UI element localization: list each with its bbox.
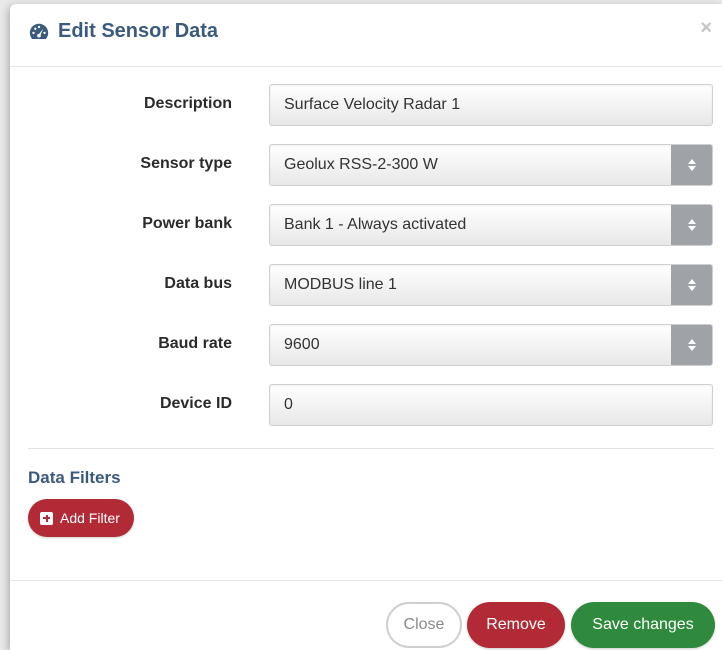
description-label: Description — [143, 95, 232, 112]
device-id-input[interactable]: 0 — [269, 384, 713, 426]
sensor-type-value: Geolux RSS-2-300 W — [284, 156, 438, 173]
data-filters-heading: Data Filters — [28, 468, 121, 487]
baud-rate-value: 9600 — [284, 336, 320, 353]
remove-button[interactable]: Remove — [467, 602, 565, 648]
baud-rate-row: Baud rate 9600 — [10, 324, 722, 366]
dialog-footer: Close Remove Save changes — [10, 580, 722, 650]
data-bus-select[interactable]: MODBUS line 1 — [269, 264, 713, 306]
sensor-type-label: Sensor type — [140, 155, 232, 172]
dialog-title-text: Edit Sensor Data — [58, 20, 219, 42]
updown-arrow-icon[interactable] — [671, 205, 712, 245]
close-button[interactable]: Close — [386, 602, 462, 648]
power-bank-row: Power bank Bank 1 - Always activated — [10, 204, 722, 246]
add-filter-button[interactable]: Add Filter — [28, 499, 134, 537]
data-bus-label: Data bus — [164, 275, 232, 292]
updown-arrow-icon[interactable] — [671, 325, 712, 365]
dashboard-icon — [29, 23, 49, 39]
plus-square-icon — [40, 511, 53, 525]
sensor-type-row: Sensor type Geolux RSS-2-300 W — [10, 144, 722, 186]
device-id-label: Device ID — [159, 395, 232, 412]
description-input[interactable]: Surface Velocity Radar 1 — [269, 84, 713, 126]
sensor-type-select[interactable]: Geolux RSS-2-300 W — [269, 144, 713, 186]
edit-sensor-dialog: Edit Sensor Data × Description Surface V… — [10, 4, 722, 650]
dialog-title: Edit Sensor Data — [28, 20, 218, 43]
power-bank-select[interactable]: Bank 1 - Always activated — [269, 204, 713, 246]
data-bus-row: Data bus MODBUS line 1 — [10, 264, 722, 306]
dialog-header: Edit Sensor Data × — [10, 4, 722, 67]
updown-arrow-icon[interactable] — [671, 265, 712, 305]
baud-rate-select[interactable]: 9600 — [269, 324, 713, 366]
device-id-row: Device ID 0 — [10, 384, 722, 426]
power-bank-label: Power bank — [142, 215, 232, 232]
baud-rate-label: Baud rate — [158, 335, 232, 352]
updown-arrow-icon[interactable] — [671, 145, 712, 185]
description-row: Description Surface Velocity Radar 1 — [10, 84, 722, 126]
data-bus-value: MODBUS line 1 — [284, 276, 397, 293]
section-divider — [28, 448, 714, 449]
save-changes-button[interactable]: Save changes — [571, 602, 715, 648]
close-icon[interactable]: × — [700, 18, 712, 38]
power-bank-value: Bank 1 - Always activated — [284, 216, 467, 233]
add-filter-label: Add Filter — [60, 510, 120, 526]
